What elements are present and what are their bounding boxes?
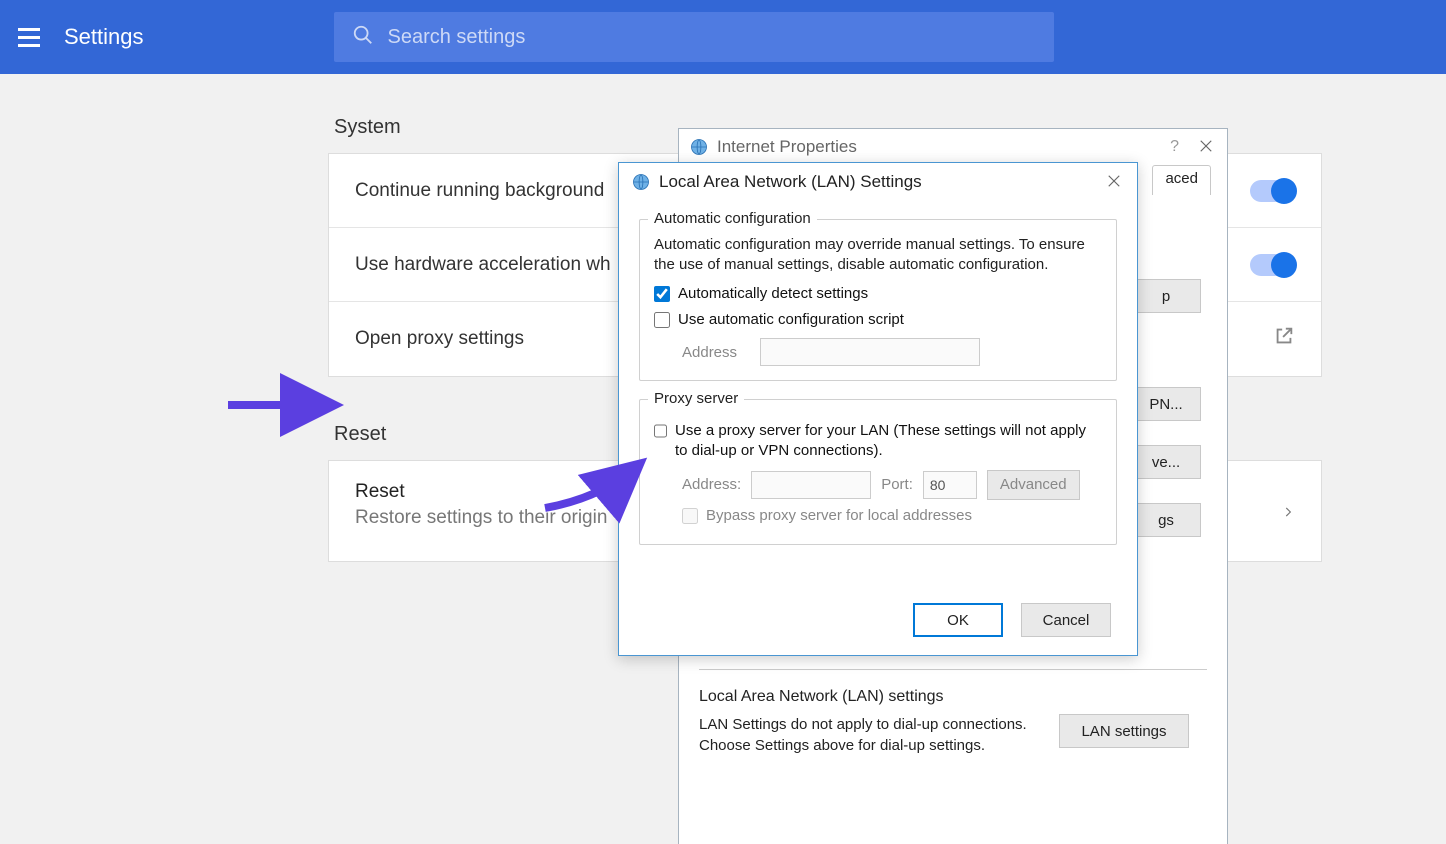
proxy-advanced-button[interactable]: Advanced bbox=[987, 470, 1080, 500]
chk-use-proxy-label: Use a proxy server for your LAN (These s… bbox=[675, 421, 1102, 462]
ip-lan-settings-button[interactable]: LAN settings bbox=[1059, 714, 1189, 748]
auto-config-group: Automatic configuration Automatic config… bbox=[639, 219, 1117, 381]
close-icon[interactable] bbox=[1105, 172, 1125, 192]
auto-address-label: Address bbox=[682, 344, 750, 361]
lan-title: Local Area Network (LAN) Settings bbox=[659, 172, 922, 192]
proxy-address-input[interactable] bbox=[751, 471, 871, 499]
chk-use-proxy-input[interactable] bbox=[654, 423, 667, 439]
chk-bypass-local-input[interactable] bbox=[682, 508, 698, 524]
chk-auto-detect-label: Automatically detect settings bbox=[678, 284, 868, 304]
lan-bottom-buttons: OK Cancel bbox=[619, 603, 1137, 637]
proxy-address-label: Address: bbox=[682, 476, 741, 493]
menu-icon[interactable] bbox=[18, 24, 44, 50]
page-title: Settings bbox=[64, 24, 144, 50]
lan-titlebar[interactable]: Local Area Network (LAN) Settings bbox=[619, 163, 1137, 201]
auto-config-title: Automatic configuration bbox=[648, 210, 817, 227]
ip-btn-remove[interactable]: ve... bbox=[1131, 445, 1201, 479]
chk-auto-detect-input[interactable] bbox=[654, 286, 670, 302]
ip-lan-text: LAN Settings do not apply to dial-up con… bbox=[699, 714, 1039, 756]
toggle-background-apps[interactable] bbox=[1250, 180, 1295, 202]
ip-lan-title: Local Area Network (LAN) settings bbox=[699, 688, 1207, 706]
app-header: Settings bbox=[0, 0, 1446, 74]
row-label: Open proxy settings bbox=[355, 328, 524, 350]
proxy-group: Proxy server Use a proxy server for your… bbox=[639, 399, 1117, 545]
auto-config-help: Automatic configuration may override man… bbox=[654, 235, 1102, 276]
ip-btn-settings[interactable]: gs bbox=[1131, 503, 1201, 537]
row-label: Use hardware acceleration wh bbox=[355, 254, 611, 276]
auto-script-address-row: Address bbox=[682, 338, 1102, 366]
ip-btn-add-vpn[interactable]: PN... bbox=[1131, 387, 1201, 421]
proxy-port-label: Port: bbox=[881, 476, 913, 493]
proxy-address-row: Address: Port: Advanced bbox=[682, 470, 1102, 500]
help-icon[interactable]: ? bbox=[1170, 138, 1179, 156]
close-icon[interactable] bbox=[1197, 137, 1217, 157]
auto-address-input[interactable] bbox=[760, 338, 980, 366]
ip-lan-section: Local Area Network (LAN) settings LAN Se… bbox=[699, 669, 1207, 756]
annotation-arrow-2 bbox=[540, 458, 650, 523]
row-label: Continue running background bbox=[355, 180, 604, 202]
external-link-icon bbox=[1273, 325, 1295, 353]
globe-icon bbox=[689, 137, 709, 157]
search-bar[interactable] bbox=[334, 12, 1054, 62]
proxy-port-input[interactable] bbox=[923, 471, 977, 499]
chk-auto-script-input[interactable] bbox=[654, 312, 670, 328]
chk-bypass-local-label: Bypass proxy server for local addresses bbox=[706, 506, 972, 526]
ip-title: Internet Properties bbox=[717, 137, 857, 157]
lan-cancel-button[interactable]: Cancel bbox=[1021, 603, 1111, 637]
globe-icon bbox=[631, 172, 651, 192]
proxy-group-title: Proxy server bbox=[648, 390, 744, 407]
chk-use-proxy[interactable]: Use a proxy server for your LAN (These s… bbox=[654, 421, 1102, 462]
chk-auto-detect[interactable]: Automatically detect settings bbox=[654, 284, 1102, 304]
chevron-right-icon bbox=[1281, 503, 1295, 525]
search-icon bbox=[352, 24, 374, 51]
search-input[interactable] bbox=[388, 26, 1036, 49]
chk-auto-script-label: Use automatic configuration script bbox=[678, 310, 904, 330]
chk-auto-script[interactable]: Use automatic configuration script bbox=[654, 310, 1102, 330]
annotation-arrow-1 bbox=[228, 390, 338, 425]
toggle-hardware-accel[interactable] bbox=[1250, 254, 1295, 276]
lan-settings-dialog: Local Area Network (LAN) Settings Automa… bbox=[618, 162, 1138, 656]
ip-titlebar[interactable]: Internet Properties ? bbox=[679, 129, 1227, 165]
lan-ok-button[interactable]: OK bbox=[913, 603, 1003, 637]
chk-bypass-local[interactable]: Bypass proxy server for local addresses bbox=[682, 506, 1102, 526]
ip-tab-advanced[interactable]: aced bbox=[1152, 165, 1211, 195]
ip-btn-setup[interactable]: p bbox=[1131, 279, 1201, 313]
